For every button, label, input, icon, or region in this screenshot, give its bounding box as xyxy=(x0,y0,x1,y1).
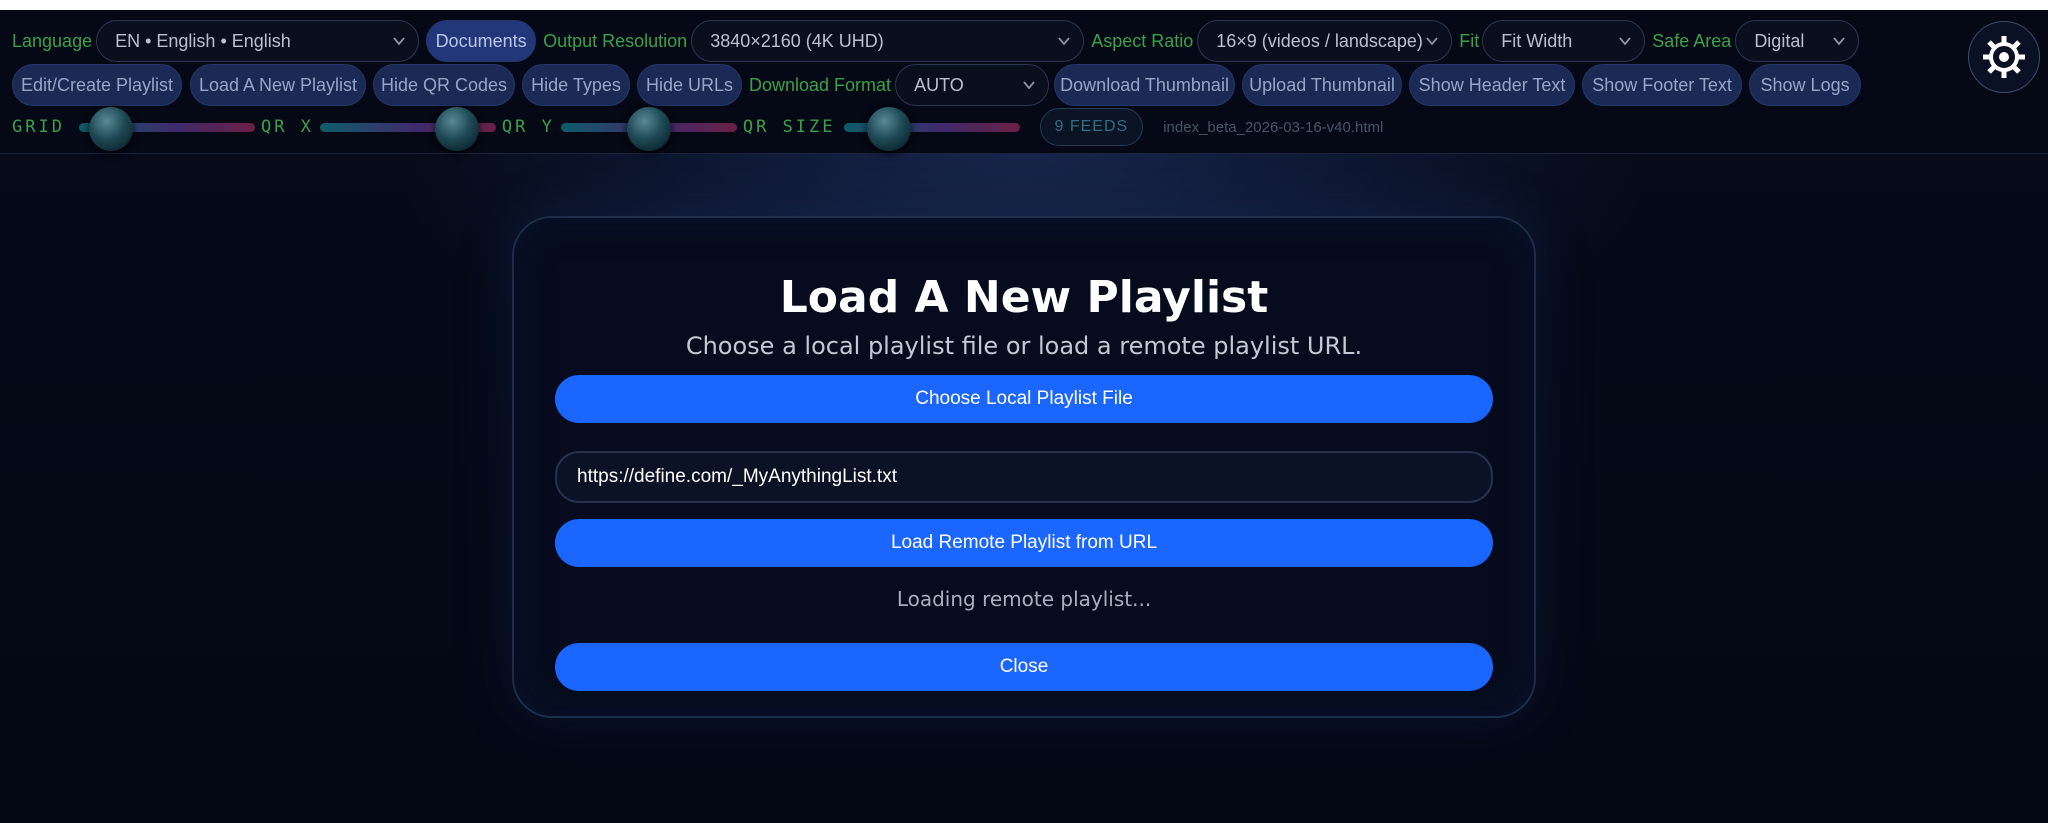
loading-status: Loading remote playlist... xyxy=(896,587,1152,611)
toolbar-row-2: Edit/Create Playlist Load A New Playlist… xyxy=(0,63,1862,107)
toolbar-row-3: GRID QR X QR Y QR SIZE 9 FEEDS index_bet… xyxy=(0,107,1384,151)
show-footer-text-button[interactable]: Show Footer Text xyxy=(1582,64,1743,106)
download-format-label: Download Format xyxy=(749,74,892,95)
feeds-badge: 9 FEEDS xyxy=(1039,108,1144,146)
gear-icon xyxy=(1983,36,2025,78)
chevron-down-icon xyxy=(1023,81,1035,90)
playlist-url-input[interactable]: https://define.com/_MyAnythingList.txt xyxy=(555,451,1493,503)
chevron-down-icon xyxy=(1833,37,1846,46)
qr-x-slider-label: QR X xyxy=(260,117,314,137)
grid-slider-label: GRID xyxy=(12,117,65,137)
language-label: Language xyxy=(12,30,93,51)
edit-create-playlist-button[interactable]: Edit/Create Playlist xyxy=(12,64,182,106)
hide-urls-button[interactable]: Hide URLs xyxy=(637,64,742,106)
settings-button[interactable] xyxy=(1968,21,2040,93)
qr-y-slider-label: QR Y xyxy=(501,117,555,137)
download-format-value: AUTO xyxy=(914,74,964,95)
safe-area-label: Safe Area xyxy=(1652,30,1732,51)
download-format-select[interactable]: AUTO xyxy=(895,64,1050,106)
language-select-value: EN • English • English xyxy=(115,30,291,51)
download-thumbnail-button[interactable]: Download Thumbnail xyxy=(1054,64,1236,106)
slider-knob[interactable] xyxy=(867,107,912,151)
hide-qr-codes-button[interactable]: Hide QR Codes xyxy=(373,64,515,106)
chevron-down-icon xyxy=(1619,37,1631,46)
aspect-ratio-value: 16×9 (videos / landscape) xyxy=(1216,30,1423,51)
dialog-title: Load A New Playlist xyxy=(779,272,1269,323)
fit-select[interactable]: Fit Width xyxy=(1482,20,1646,62)
playlist-url-value: https://define.com/_MyAnythingList.txt xyxy=(577,466,897,487)
toolbar: Language EN • English • English Document… xyxy=(0,10,2048,154)
close-button[interactable]: Close xyxy=(555,643,1493,691)
safe-area-value: Digital xyxy=(1754,30,1805,51)
qr-y-slider[interactable] xyxy=(560,107,737,151)
fit-select-value: Fit Width xyxy=(1501,30,1573,51)
toolbar-row-1: Language EN • English • English Document… xyxy=(0,19,1860,63)
hide-types-button[interactable]: Hide Types xyxy=(522,64,630,106)
slider-knob[interactable] xyxy=(88,107,133,151)
chevron-down-icon xyxy=(1426,37,1438,46)
choose-local-file-button[interactable]: Choose Local Playlist File xyxy=(555,375,1493,423)
load-remote-playlist-button[interactable]: Load Remote Playlist from URL xyxy=(555,519,1493,567)
show-header-text-button[interactable]: Show Header Text xyxy=(1409,64,1576,106)
load-playlist-dialog: Load A New Playlist Choose a local playl… xyxy=(512,216,1536,718)
output-resolution-select[interactable]: 3840×2160 (4K UHD) xyxy=(691,20,1085,62)
load-new-playlist-button[interactable]: Load A New Playlist xyxy=(190,64,366,106)
slider-knob[interactable] xyxy=(435,107,480,151)
qr-x-slider[interactable] xyxy=(319,107,496,151)
chevron-down-icon xyxy=(1058,37,1070,46)
dialog-subtitle: Choose a local playlist file or load a r… xyxy=(685,332,1363,360)
language-select[interactable]: EN • English • English xyxy=(96,20,420,62)
output-resolution-label: Output Resolution xyxy=(543,30,688,51)
safe-area-select[interactable]: Digital xyxy=(1735,20,1860,62)
output-resolution-value: 3840×2160 (4K UHD) xyxy=(710,30,884,51)
qr-size-slider-label: QR SIZE xyxy=(742,117,836,137)
aspect-ratio-label: Aspect Ratio xyxy=(1091,30,1194,51)
documents-button[interactable]: Documents xyxy=(426,20,537,62)
fit-label: Fit xyxy=(1459,30,1480,51)
grid-slider[interactable] xyxy=(78,107,255,151)
show-logs-button[interactable]: Show Logs xyxy=(1749,64,1862,106)
filename-label: index_beta_2026-03-16-v40.html xyxy=(1163,118,1384,136)
app-window: Language EN • English • English Document… xyxy=(0,10,2048,823)
aspect-ratio-select[interactable]: 16×9 (videos / landscape) xyxy=(1197,20,1453,62)
qr-size-slider[interactable] xyxy=(843,107,1020,151)
upload-thumbnail-button[interactable]: Upload Thumbnail xyxy=(1242,64,1403,106)
chevron-down-icon xyxy=(393,37,405,46)
slider-knob[interactable] xyxy=(626,107,671,151)
